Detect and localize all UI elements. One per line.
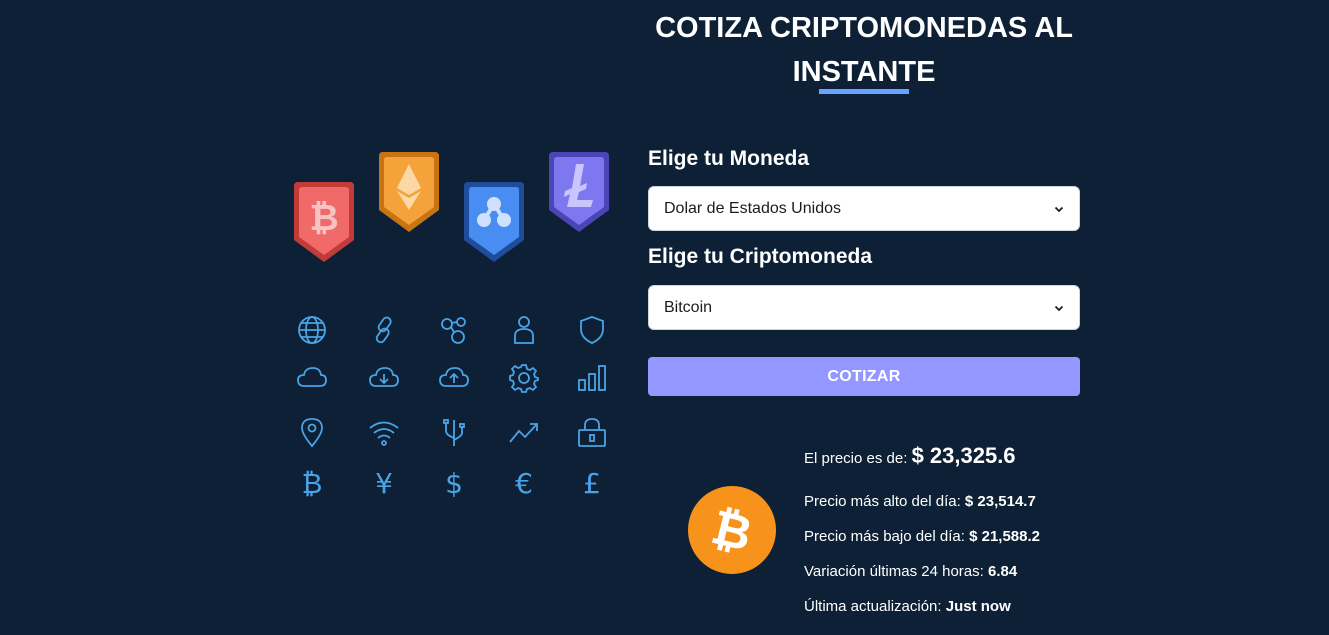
lock-icon bbox=[574, 414, 610, 450]
gear-icon bbox=[506, 360, 542, 396]
bar-chart-icon bbox=[574, 360, 610, 396]
high-price-label: Precio más alto del día: bbox=[804, 493, 961, 510]
change-24h-label: Variación últimas 24 horas: bbox=[804, 563, 984, 580]
shield-icon bbox=[574, 312, 610, 348]
chevron-down-icon bbox=[1054, 305, 1064, 311]
change-24h-value: 6.84 bbox=[987, 563, 1018, 580]
currency-select[interactable]: Dolar de Estados Unidos bbox=[648, 186, 1080, 231]
crypto-label: Elige tu Criptomoneda bbox=[648, 245, 873, 268]
crypto-illustration: ₿ ₿ ¥ $ € £ bbox=[280, 140, 625, 510]
last-updated-value: Just now bbox=[945, 598, 1011, 615]
cloud-download-icon bbox=[366, 360, 402, 396]
change-24h: Variación últimas 24 horas: 6.84 bbox=[804, 563, 1017, 580]
wifi-icon bbox=[366, 414, 402, 450]
currency-label: Elige tu Moneda bbox=[648, 147, 810, 170]
current-price-value: $ 23,325.6 bbox=[911, 443, 1016, 468]
cloud-upload-icon bbox=[436, 360, 472, 396]
high-price-value: $ 23,514.7 bbox=[964, 493, 1036, 510]
trend-up-icon bbox=[506, 414, 542, 450]
network-nodes-icon bbox=[436, 312, 472, 348]
location-pin-icon bbox=[294, 414, 330, 450]
ripple-badge-icon bbox=[464, 182, 524, 262]
usb-icon bbox=[436, 414, 472, 450]
litecoin-badge-icon bbox=[549, 152, 609, 232]
bitcoin-logo-icon: ₿ bbox=[688, 486, 776, 574]
last-updated: Última actualización: Just now bbox=[804, 598, 1011, 615]
euro-symbol-icon: € bbox=[515, 467, 533, 500]
low-price-value: $ 21,588.2 bbox=[969, 528, 1040, 545]
yen-symbol-icon: ¥ bbox=[375, 467, 393, 500]
chevron-down-icon bbox=[1054, 206, 1064, 212]
bitcoin-symbol-icon: ₿ bbox=[301, 467, 323, 500]
title-underline bbox=[819, 89, 909, 94]
link-icon bbox=[366, 312, 402, 348]
bitcoin-badge-icon: ₿ bbox=[294, 182, 354, 262]
user-icon bbox=[506, 312, 542, 348]
high-price: Precio más alto del día: $ 23,514.7 bbox=[804, 493, 1036, 510]
crypto-select-value: Bitcoin bbox=[664, 298, 713, 316]
dollar-symbol-icon: $ bbox=[445, 467, 463, 500]
crypto-select[interactable]: Bitcoin bbox=[648, 285, 1080, 330]
pound-symbol-icon: £ bbox=[583, 467, 601, 500]
current-price-label: El precio es de: bbox=[804, 450, 908, 467]
last-updated-label: Última actualización: bbox=[804, 598, 942, 615]
current-price: El precio es de: $ 23,325.6 bbox=[804, 443, 1016, 469]
quote-button[interactable]: COTIZAR bbox=[648, 357, 1080, 396]
low-price: Precio más bajo del día: $ 21,588.2 bbox=[804, 528, 1040, 545]
cloud-icon bbox=[294, 360, 330, 396]
svg-text:₿: ₿ bbox=[309, 198, 338, 239]
ethereum-badge-icon bbox=[379, 152, 439, 232]
globe-icon bbox=[294, 312, 330, 348]
low-price-label: Precio más bajo del día: bbox=[804, 528, 965, 545]
currency-select-value: Dolar de Estados Unidos bbox=[664, 199, 841, 217]
page-title: COTIZA CRIPTOMONEDAS AL INSTANTE bbox=[655, 12, 1073, 88]
